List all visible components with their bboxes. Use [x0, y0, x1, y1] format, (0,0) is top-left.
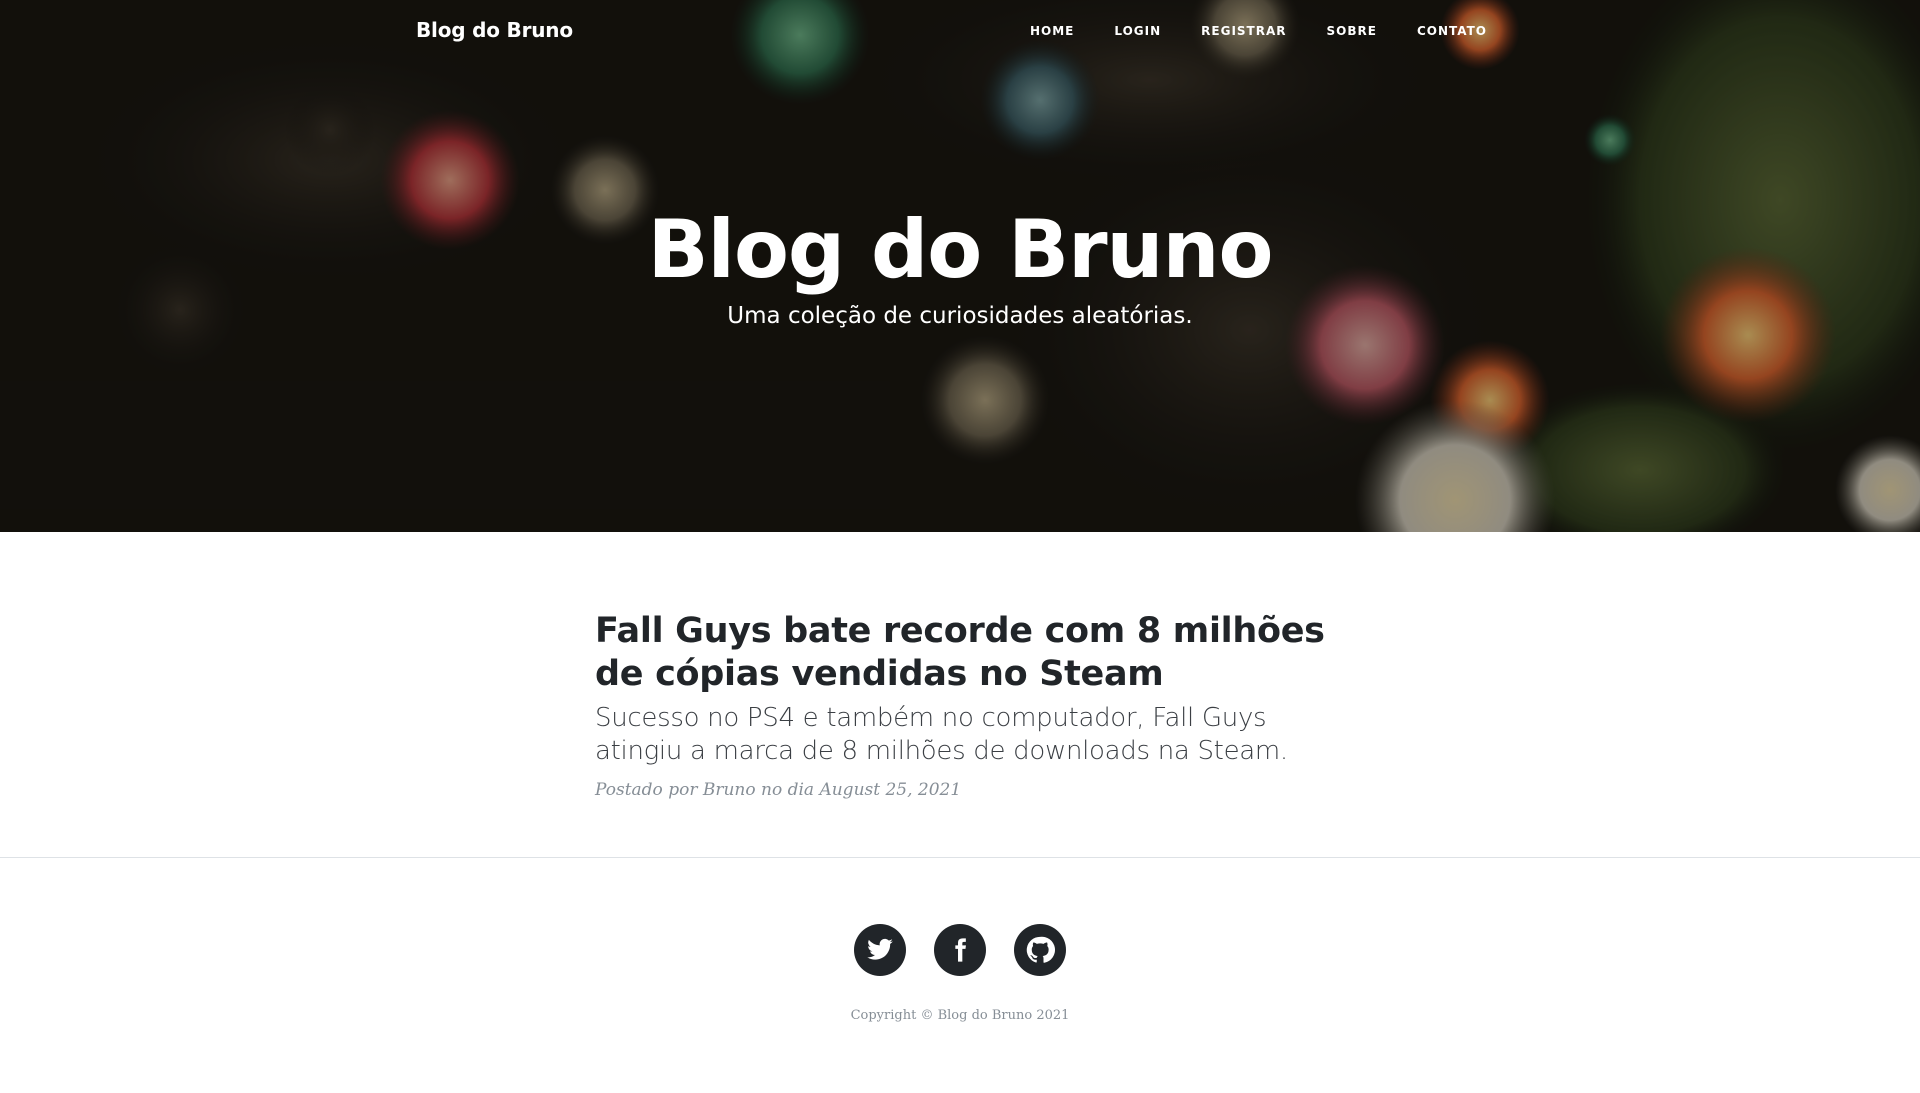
section-divider	[0, 857, 1920, 858]
copyright: Copyright © Blog do Bruno 2021	[850, 1008, 1070, 1023]
post-author-link[interactable]: Bruno	[703, 780, 756, 800]
github-icon	[1026, 936, 1055, 963]
post-meta-prefix: Postado por	[595, 780, 703, 800]
masthead: Blog do Bruno HOME LOGIN REGISTRAR SOBRE…	[0, 0, 1920, 532]
navbar-brand[interactable]: Blog do Bruno	[416, 18, 573, 42]
post-title[interactable]: Fall Guys bate recorde com 8 milhões de …	[595, 610, 1325, 696]
nav-links: HOME LOGIN REGISTRAR SOBRE CONTATO	[990, 24, 1487, 38]
hero-subtitle: Uma coleção de curiosidades aleatórias.	[727, 303, 1193, 329]
facebook-link[interactable]	[934, 924, 986, 976]
nav-login[interactable]: LOGIN	[1114, 24, 1161, 38]
nav-home[interactable]: HOME	[1030, 24, 1074, 38]
facebook-icon	[955, 938, 966, 962]
twitter-link[interactable]	[854, 924, 906, 976]
nav-registrar[interactable]: REGISTRAR	[1201, 24, 1286, 38]
hero-title: Blog do Bruno	[647, 203, 1274, 296]
main-nav: Blog do Bruno HOME LOGIN REGISTRAR SOBRE…	[0, 0, 1920, 66]
site-heading: Blog do Bruno Uma coleção de curiosidade…	[0, 200, 1920, 329]
github-link[interactable]	[1014, 924, 1066, 976]
post-meta-date: no dia August 25, 2021	[755, 780, 962, 800]
nav-contato[interactable]: CONTATO	[1417, 24, 1487, 38]
social-links	[854, 924, 1066, 976]
post-meta: Postado por Bruno no dia August 25, 2021	[595, 780, 1325, 800]
twitter-icon	[867, 938, 893, 960]
nav-sobre[interactable]: SOBRE	[1327, 24, 1377, 38]
post-subtitle[interactable]: Sucesso no PS4 e também no computador, F…	[595, 702, 1325, 768]
post-preview: Fall Guys bate recorde com 8 milhões de …	[595, 610, 1325, 800]
